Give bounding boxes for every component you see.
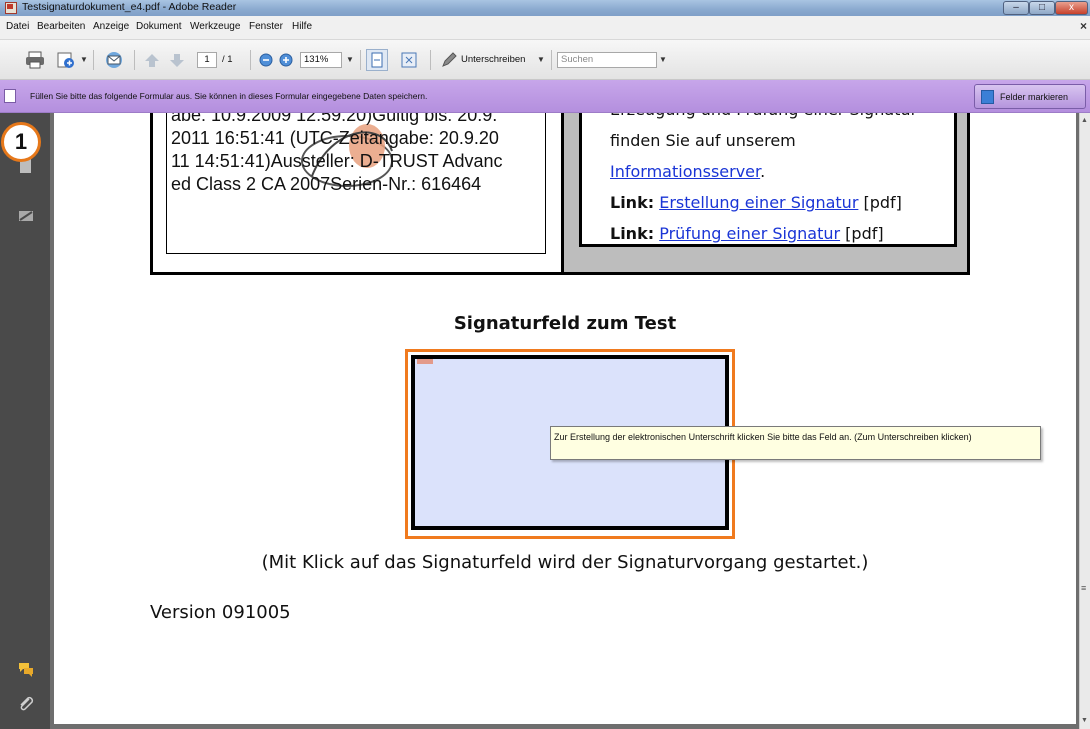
zoom-level-input[interactable]: 131% [300, 52, 342, 68]
signature-tooltip: Zur Erstellung der elektronischen Unters… [550, 426, 1041, 460]
comments-icon[interactable] [18, 661, 34, 677]
toolbar: ▼ 1 / 1 131% ▼ Unterschreiben ▼ Suchen ▼ [0, 40, 1090, 80]
separator [250, 50, 251, 70]
link-label: Link: [610, 224, 655, 243]
info-line: finden Sie auf unserem [610, 131, 796, 150]
menu-bar: Datei Bearbeiten Anzeige Dokument Werkze… [0, 16, 1090, 40]
step-number-badge: 1 [1, 122, 41, 162]
menu-fenster[interactable]: Fenster [249, 21, 283, 32]
document-viewport: abe: 10.9.2009 12:59:20)Gültig bis: 20.9… [50, 113, 1079, 729]
highlight-fields-label: Felder markieren [1000, 92, 1069, 102]
verify-signature-link[interactable]: Prüfung einer Signatur [659, 224, 840, 243]
attachments-icon[interactable] [18, 696, 34, 712]
info-line: Erzeugung und Prüfung einer Signatur [610, 113, 970, 125]
vertical-scrollbar[interactable]: ▲ ≡ ▼ [1079, 113, 1090, 729]
page-number-input[interactable]: 1 [197, 52, 217, 68]
link-label: Link: [610, 193, 655, 212]
zoom-in-icon[interactable] [279, 53, 293, 67]
certificate-text: abe: 10.9.2009 12:59:20)Gültig bis: 20.9… [171, 113, 545, 196]
certificate-table: abe: 10.9.2009 12:59:20)Gültig bis: 20.9… [150, 113, 970, 275]
email-icon[interactable] [104, 51, 124, 69]
navigation-pane [0, 113, 50, 729]
signature-heading: Signaturfeld zum Test [453, 313, 677, 334]
print-icon[interactable] [25, 51, 45, 69]
search-input[interactable]: Suchen [557, 52, 657, 68]
separator [551, 50, 552, 70]
zoom-out-icon[interactable] [259, 53, 273, 67]
form-notification-bar: Füllen Sie bitte das folgende Formular a… [0, 80, 1090, 113]
form-message: Füllen Sie bitte das folgende Formular a… [30, 91, 428, 101]
fit-page-icon [371, 52, 383, 68]
certificate-line: ed Class 2 CA 2007Serien-Nr.: 616464 [171, 174, 482, 194]
minimize-button[interactable]: – [1003, 1, 1029, 15]
pdf-page: abe: 10.9.2009 12:59:20)Gültig bis: 20.9… [54, 113, 1076, 724]
separator [430, 50, 431, 70]
zoom-dropdown-icon[interactable]: ▼ [346, 55, 354, 64]
menu-dokument[interactable]: Dokument [136, 21, 182, 32]
pdf-label: [pdf] [863, 193, 902, 212]
form-icon [4, 89, 16, 103]
menu-werkzeuge[interactable]: Werkzeuge [190, 21, 240, 32]
highlight-fields-icon [981, 90, 994, 104]
scroll-up-icon[interactable]: ▲ [1081, 117, 1088, 124]
signature-caption: (Mit Klick auf das Signaturfeld wird der… [261, 552, 869, 573]
info-cell: Erzeugung und Prüfung einer Signatur fin… [564, 113, 967, 272]
fit-page-button[interactable] [366, 49, 388, 71]
certificate-line: 2011 16:51:41 (UTC-Zeitangabe: 20.9.20 [171, 128, 499, 148]
menu-datei[interactable]: Datei [6, 21, 29, 32]
sign-dropdown-icon[interactable]: ▼ [537, 55, 545, 64]
highlight-fields-button[interactable]: Felder markieren [974, 84, 1086, 109]
separator [360, 50, 361, 70]
scroll-down-icon[interactable]: ▼ [1081, 717, 1088, 724]
window-title: Testsignaturdokument_e4.pdf - Adobe Read… [22, 1, 237, 13]
page-up-icon[interactable] [143, 51, 161, 69]
period: . [760, 162, 766, 181]
create-signature-link[interactable]: Erstellung einer Signatur [659, 193, 858, 212]
signature-field-marker [417, 359, 433, 364]
info-text: Erzeugung und Prüfung einer Signatur fin… [610, 113, 970, 249]
fullscreen-icon[interactable] [400, 51, 418, 69]
menu-anzeige[interactable]: Anzeige [93, 21, 129, 32]
version-label: Version 091005 [150, 602, 291, 623]
scroll-grip-icon[interactable]: ≡ [1081, 583, 1086, 593]
informationsserver-link[interactable]: Informationsserver [610, 162, 760, 181]
certificate-line: 11 14:51:41)Aussteller: D-TRUST Advanc [171, 151, 503, 171]
search-dropdown-icon[interactable]: ▼ [659, 55, 667, 64]
sign-button[interactable]: Unterschreiben [461, 54, 525, 65]
close-button[interactable]: x [1055, 1, 1088, 15]
certificate-line: abe: 10.9.2009 12:59:20)Gültig bis: 20.9… [171, 113, 498, 125]
menu-bearbeiten[interactable]: Bearbeiten [37, 21, 85, 32]
maximize-button[interactable]: □ [1029, 1, 1055, 15]
menu-hilfe[interactable]: Hilfe [292, 21, 312, 32]
title-bar: Testsignaturdokument_e4.pdf - Adobe Read… [0, 0, 1090, 16]
share-icon[interactable] [56, 51, 76, 69]
pdf-label: [pdf] [845, 224, 884, 243]
info-box: Erzeugung und Prüfung einer Signatur fin… [579, 113, 957, 247]
adobe-reader-icon [5, 2, 17, 14]
separator [134, 50, 135, 70]
share-dropdown-icon[interactable]: ▼ [80, 55, 88, 64]
page-down-icon[interactable] [168, 51, 186, 69]
signature-panel-icon[interactable] [18, 208, 34, 224]
separator [93, 50, 94, 70]
pen-icon[interactable] [440, 51, 458, 69]
page-total: / 1 [222, 54, 233, 65]
certificate-cell: abe: 10.9.2009 12:59:20)Gültig bis: 20.9… [153, 113, 564, 272]
close-document-icon[interactable]: × [1080, 19, 1087, 33]
certificate-box: abe: 10.9.2009 12:59:20)Gültig bis: 20.9… [166, 113, 546, 254]
